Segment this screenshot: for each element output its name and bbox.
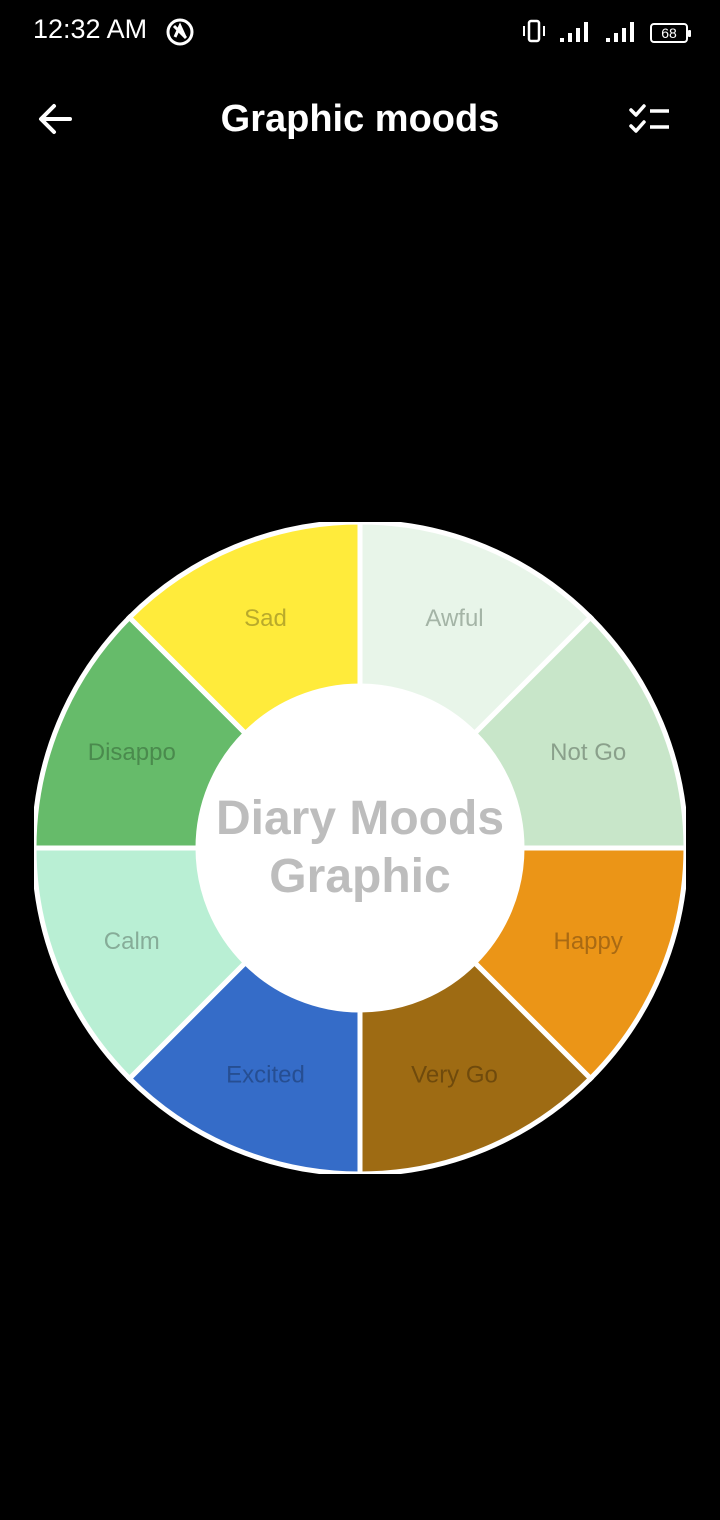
pie-label-disappo: Disappo (88, 739, 176, 766)
app-notification-icon (165, 17, 195, 47)
pie-label-not-go: Not Go (550, 739, 626, 766)
page-title: Graphic moods (220, 98, 500, 140)
battery-icon: 68 (650, 23, 691, 43)
status-bar: 12:32 AM 68 (0, 0, 720, 64)
status-time: 12:32 AM (33, 14, 148, 44)
pie-label-awful: Awful (425, 605, 483, 632)
signal-icon (604, 18, 640, 49)
pie-label-sad: Sad (244, 605, 287, 632)
checklist-button[interactable] (620, 98, 680, 144)
chart-center-title-line2: Graphic (269, 850, 451, 903)
chart-center-title: Diary Moods Graphic (34, 790, 686, 906)
pie-label-excited: Excited (226, 1062, 305, 1089)
pie-label-happy: Happy (554, 928, 623, 955)
vibrate-icon (520, 18, 548, 49)
mood-chart: Awful Not Go Happy Very Go Excited Calm Disapp… (31, 519, 689, 1177)
pie-label-calm: Calm (104, 928, 160, 955)
checklist-icon (628, 102, 672, 141)
pie-label-very-go: Very Go (411, 1062, 498, 1089)
status-icons: 68 (520, 18, 691, 49)
app-bar: Graphic moods (0, 76, 720, 166)
chart-center-title-line1: Diary Moods (215, 792, 505, 845)
signal-icon (558, 18, 594, 49)
battery-level: 68 (661, 25, 677, 41)
